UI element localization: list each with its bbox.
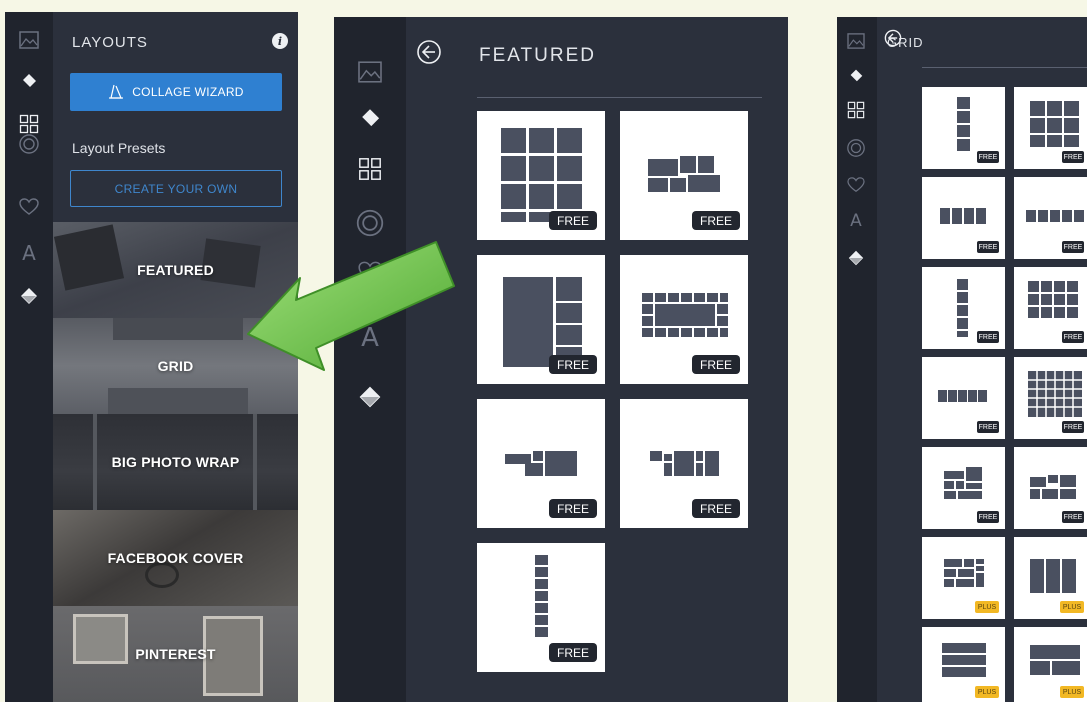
- free-badge: FREE: [1062, 151, 1084, 163]
- free-badge: FREE: [549, 643, 597, 662]
- paint-brush-icon[interactable]: [356, 103, 384, 131]
- heart-icon[interactable]: [845, 175, 867, 195]
- paint-bucket-icon[interactable]: [17, 284, 41, 308]
- collage-wizard-button[interactable]: COLLAGE WIZARD: [70, 73, 282, 111]
- paint-bucket-icon[interactable]: [845, 247, 867, 269]
- free-badge: FREE: [1062, 331, 1084, 343]
- image-icon[interactable]: [356, 59, 384, 85]
- plus-badge: PLUS: [975, 686, 999, 698]
- category-label: BIG PHOTO WRAP: [111, 454, 240, 470]
- circle-target-icon[interactable]: [845, 137, 867, 159]
- layout-card[interactable]: FREE: [922, 267, 1005, 349]
- text-icon[interactable]: A: [17, 241, 41, 265]
- layout-card[interactable]: FREE: [922, 87, 1005, 169]
- layouts-grid-icon[interactable]: [845, 99, 867, 121]
- sidebar-rail: A: [5, 12, 53, 702]
- layout-card[interactable]: FREE: [1014, 87, 1087, 169]
- decor-line: [253, 414, 257, 510]
- callout-arrow: [247, 241, 455, 371]
- layouts-title: LAYOUTS: [72, 34, 148, 51]
- free-badge: FREE: [692, 355, 740, 374]
- layout-card[interactable]: FREE: [620, 255, 748, 384]
- layout-card[interactable]: FREE: [922, 357, 1005, 439]
- free-badge: FREE: [1062, 511, 1084, 523]
- category-label: FEATURED: [137, 262, 214, 278]
- free-badge: FREE: [549, 355, 597, 374]
- layout-presets-label: Layout Presets: [72, 140, 166, 156]
- wizard-hat-icon: [109, 84, 124, 99]
- category-label: GRID: [157, 358, 194, 374]
- layout-card[interactable]: FREE: [477, 543, 605, 672]
- free-badge: FREE: [977, 241, 999, 253]
- category-big-photo-wrap[interactable]: BIG PHOTO WRAP: [53, 414, 298, 510]
- grid-title: GRID: [887, 35, 924, 50]
- circle-target-icon[interactable]: [17, 132, 41, 156]
- layout-card[interactable]: FREE: [620, 111, 748, 240]
- heart-icon[interactable]: [17, 196, 41, 218]
- back-arrow-icon[interactable]: [416, 39, 442, 65]
- category-label: PINTEREST: [135, 646, 216, 662]
- photo-thumbnail: [108, 388, 248, 414]
- category-pinterest[interactable]: PINTEREST: [53, 606, 298, 702]
- circle-target-icon[interactable]: [354, 207, 386, 239]
- free-badge: FREE: [549, 499, 597, 518]
- free-badge: FREE: [1062, 241, 1084, 253]
- collage-wizard-label: COLLAGE WIZARD: [132, 85, 244, 99]
- category-facebook-cover[interactable]: FACEBOOK COVER: [53, 510, 298, 606]
- free-badge: FREE: [692, 211, 740, 230]
- create-your-own-button[interactable]: CREATE YOUR OWN: [70, 170, 282, 207]
- free-badge: FREE: [977, 151, 999, 163]
- image-icon[interactable]: [845, 31, 867, 51]
- layout-card[interactable]: FREE: [922, 177, 1005, 259]
- divider: [477, 97, 762, 98]
- layout-card[interactable]: FREE: [1014, 447, 1087, 529]
- free-badge: FREE: [977, 511, 999, 523]
- photo-thumbnail: [113, 318, 243, 340]
- frame-decor: [73, 614, 128, 664]
- layout-card[interactable]: FREE: [477, 111, 605, 240]
- layout-card[interactable]: FREE: [477, 399, 605, 528]
- paint-brush-icon[interactable]: [17, 69, 41, 91]
- layout-card[interactable]: FREE: [1014, 177, 1087, 259]
- layout-card[interactable]: FREE: [1014, 357, 1087, 439]
- plus-badge: PLUS: [1060, 601, 1084, 613]
- layout-card[interactable]: FREE: [1014, 267, 1087, 349]
- layouts-grid-icon[interactable]: [356, 155, 384, 183]
- image-icon[interactable]: [17, 29, 41, 51]
- layout-card[interactable]: PLUS: [1014, 537, 1087, 619]
- grid-panel: A GRID FREE FREE FREE FREE FREE PLUS PLU…: [837, 17, 1087, 702]
- layout-card[interactable]: PLUS: [922, 537, 1005, 619]
- plus-badge: PLUS: [1060, 686, 1084, 698]
- photo-thumbnail: [53, 224, 125, 291]
- free-badge: FREE: [977, 421, 999, 433]
- free-badge: FREE: [692, 499, 740, 518]
- layout-card[interactable]: FREE: [922, 447, 1005, 529]
- free-badge: FREE: [977, 331, 999, 343]
- layout-card[interactable]: FREE: [477, 255, 605, 384]
- paint-brush-icon[interactable]: [845, 65, 867, 85]
- decor-line: [93, 414, 97, 510]
- info-icon[interactable]: i: [272, 33, 288, 49]
- category-label: FACEBOOK COVER: [107, 550, 244, 566]
- text-icon[interactable]: A: [845, 210, 867, 232]
- free-badge: FREE: [1062, 421, 1084, 433]
- divider: [922, 67, 1087, 68]
- plus-badge: PLUS: [975, 601, 999, 613]
- layout-card[interactable]: PLUS: [1014, 627, 1087, 702]
- free-badge: FREE: [549, 211, 597, 230]
- sidebar-rail: A: [837, 17, 877, 702]
- featured-title: FEATURED: [479, 45, 596, 66]
- layout-card[interactable]: FREE: [620, 399, 748, 528]
- layout-card[interactable]: PLUS: [922, 627, 1005, 702]
